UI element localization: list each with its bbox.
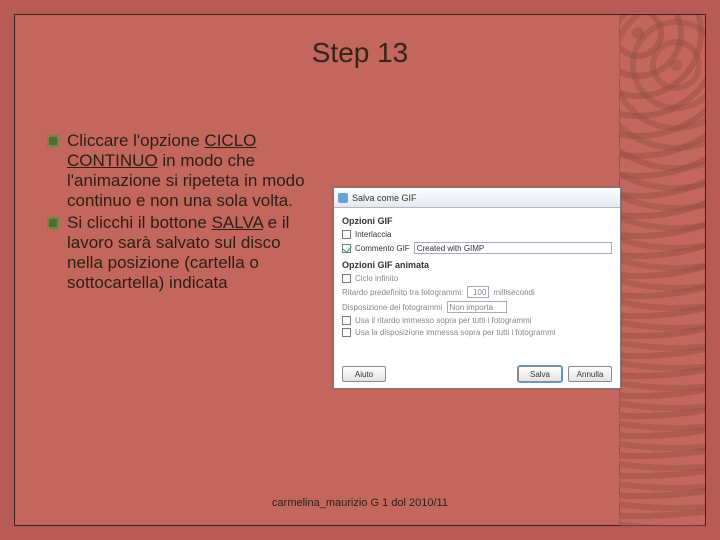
- list-item-text-pre: Si clicchi il bottone: [67, 213, 212, 232]
- dialog-title-text: Salva come GIF: [352, 193, 417, 203]
- comment-input[interactable]: Created with GIMP: [414, 242, 612, 254]
- dialog-button-bar: Aiuto Salva Annulla: [334, 366, 620, 382]
- help-button[interactable]: Aiuto: [342, 366, 386, 382]
- option-comment-label: Commento GIF: [355, 244, 410, 253]
- dialog-save-as-gif: Salva come GIF Opzioni GIF Interlaccia C…: [333, 187, 621, 389]
- delay-unit: millisecondi: [493, 288, 534, 297]
- option-delay-row: Ritardo predefinito tra fotogrammi: 100 …: [342, 286, 612, 298]
- delay-input[interactable]: 100: [467, 286, 489, 298]
- save-button[interactable]: Salva: [518, 366, 562, 382]
- checkbox-delay-all-label: Usa il ritardo immesso sopra per tutti i…: [355, 316, 532, 325]
- slide: Step 13 Cliccare l'opzione CICLO CONTINU…: [0, 0, 720, 540]
- option-interlace-row: Interlaccia: [342, 230, 612, 239]
- checkbox-delay-all[interactable]: [342, 316, 351, 325]
- option-dispose-row: Disposizione dei fotogrammi Non importa: [342, 301, 612, 313]
- checkbox-interlace[interactable]: [342, 230, 351, 239]
- slide-inner-frame: Step 13 Cliccare l'opzione CICLO CONTINU…: [14, 14, 706, 526]
- slide-footer: carmelina_maurizio G 1 dol 2010/11: [15, 497, 705, 509]
- option-loop-row: Ciclo infinito: [342, 274, 612, 283]
- list-item-text-pre: Cliccare l'opzione: [67, 131, 204, 150]
- section-label-gif-options: Opzioni GIF: [342, 216, 612, 226]
- app-icon: [338, 193, 348, 203]
- checkbox-comment[interactable]: [342, 244, 351, 253]
- dispose-select[interactable]: Non importa: [447, 301, 507, 313]
- option-dispose-all-row: Usa la disposizione immessa sopra per tu…: [342, 328, 612, 337]
- checkbox-dispose-all-label: Usa la disposizione immessa sopra per tu…: [355, 328, 556, 337]
- dispose-label: Disposizione dei fotogrammi: [342, 303, 443, 312]
- option-loop-label: Ciclo infinito: [355, 274, 398, 283]
- section-label-animated-gif: Opzioni GIF animata: [342, 260, 612, 270]
- bullet-icon: [47, 135, 59, 147]
- option-interlace-label: Interlaccia: [355, 230, 391, 239]
- dialog-titlebar: Salva come GIF: [334, 188, 620, 208]
- list-item: Cliccare l'opzione CICLO CONTINUO in mod…: [55, 131, 311, 211]
- bullet-icon: [47, 217, 59, 229]
- checkbox-loop-infinite[interactable]: [342, 274, 351, 283]
- option-comment-row: Commento GIF Created with GIMP: [342, 242, 612, 254]
- cancel-button[interactable]: Annulla: [568, 366, 612, 382]
- checkbox-dispose-all[interactable]: [342, 328, 351, 337]
- slide-title: Step 13: [15, 37, 705, 69]
- bullet-list: Cliccare l'opzione CICLO CONTINUO in mod…: [55, 131, 311, 295]
- list-item: Si clicchi il bottone SALVA e il lavoro …: [55, 213, 311, 293]
- list-item-text-underline: SALVA: [212, 213, 263, 232]
- option-delay-all-row: Usa il ritardo immesso sopra per tutti i…: [342, 316, 612, 325]
- delay-label: Ritardo predefinito tra fotogrammi:: [342, 288, 463, 297]
- dialog-body: Opzioni GIF Interlaccia Commento GIF Cre…: [334, 208, 620, 344]
- decorative-pattern: [619, 15, 705, 527]
